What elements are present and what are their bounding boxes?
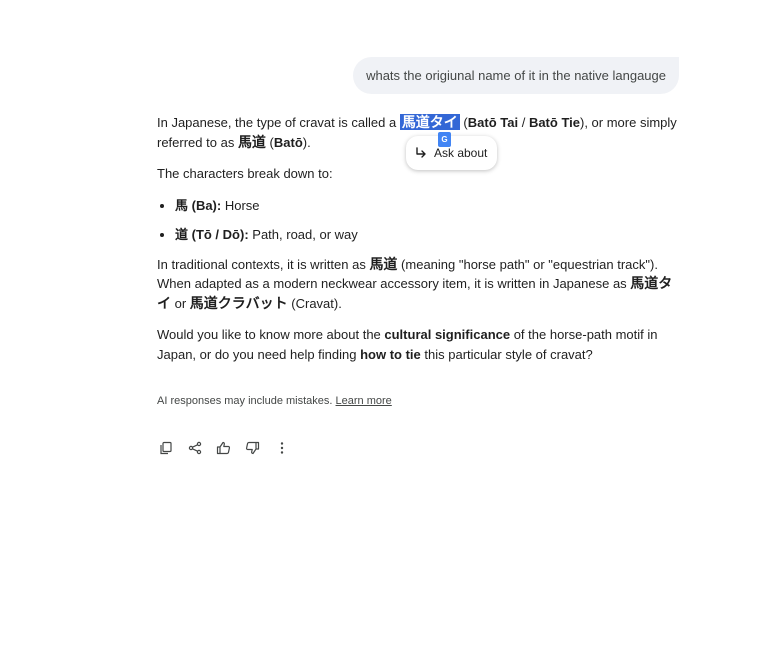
list-term: 道 (Tō / Dō):: [175, 227, 249, 242]
list-term: 馬 (Ba):: [175, 197, 222, 213]
bold-text: 馬道: [237, 133, 266, 150]
user-message-text: whats the origiunal name of it in the na…: [366, 68, 666, 83]
thumbs-up-icon: [216, 441, 231, 455]
text-run: Would you like to know more about the: [157, 327, 385, 342]
reply-arrow-icon: [414, 146, 428, 160]
text-run: In Japanese, the type of cravat is calle…: [157, 115, 400, 130]
bold-text: Batō: [273, 134, 303, 150]
disclaimer: AI responses may include mistakes. Learn…: [157, 395, 392, 407]
list-desc: Horse: [221, 197, 260, 213]
translate-icon[interactable]: G: [438, 132, 451, 147]
share-button[interactable]: [186, 438, 203, 458]
more-vert-icon: [279, 441, 285, 455]
text-run: ).: [302, 134, 311, 150]
text-run: (: [265, 134, 274, 150]
response-paragraph-3: In traditional contexts, it is written a…: [157, 255, 677, 314]
bold-text: 馬道: [369, 255, 398, 272]
thumbs-down-icon: [245, 441, 260, 455]
more-options-button[interactable]: [273, 438, 290, 458]
list-item: 道 (Tō / Dō): Path, road, or way: [175, 225, 677, 245]
bold-text: Batō Tai: [467, 115, 519, 130]
text-run: this particular style of cravat?: [420, 346, 593, 362]
ask-about-label: Ask about: [434, 146, 488, 160]
user-message-bubble: whats the origiunal name of it in the na…: [353, 57, 679, 94]
breakdown-list: 馬 (Ba): Horse 道 (Tō / Dō): Path, road, o…: [157, 196, 677, 245]
copy-icon: [159, 441, 173, 455]
list-desc: Path, road, or way: [248, 227, 358, 242]
thumbs-up-button[interactable]: [215, 438, 232, 458]
response-paragraph-4: Would you like to know more about the cu…: [157, 325, 677, 364]
disclaimer-text: AI responses may include mistakes.: [157, 395, 336, 407]
share-icon: [188, 441, 202, 455]
text-run: or: [171, 295, 190, 311]
thumbs-down-button[interactable]: [244, 438, 261, 458]
text-run: (Cravat).: [287, 295, 342, 311]
selected-text[interactable]: 馬道タイ: [399, 114, 460, 130]
learn-more-link[interactable]: Learn more: [336, 395, 392, 407]
bold-text: cultural significance: [384, 327, 511, 342]
text-run: In traditional contexts, it is written a…: [157, 256, 370, 272]
bold-text: 馬道クラバット: [189, 294, 288, 311]
text-run: /: [518, 115, 529, 130]
bold-text: how to tie: [360, 346, 421, 362]
text-run: (: [459, 115, 468, 130]
response-actions: [157, 438, 290, 458]
copy-button[interactable]: [157, 438, 174, 458]
list-item: 馬 (Ba): Horse: [175, 196, 677, 216]
ask-about-button[interactable]: Ask about: [406, 136, 498, 170]
bold-text: Batō Tie: [528, 115, 580, 130]
